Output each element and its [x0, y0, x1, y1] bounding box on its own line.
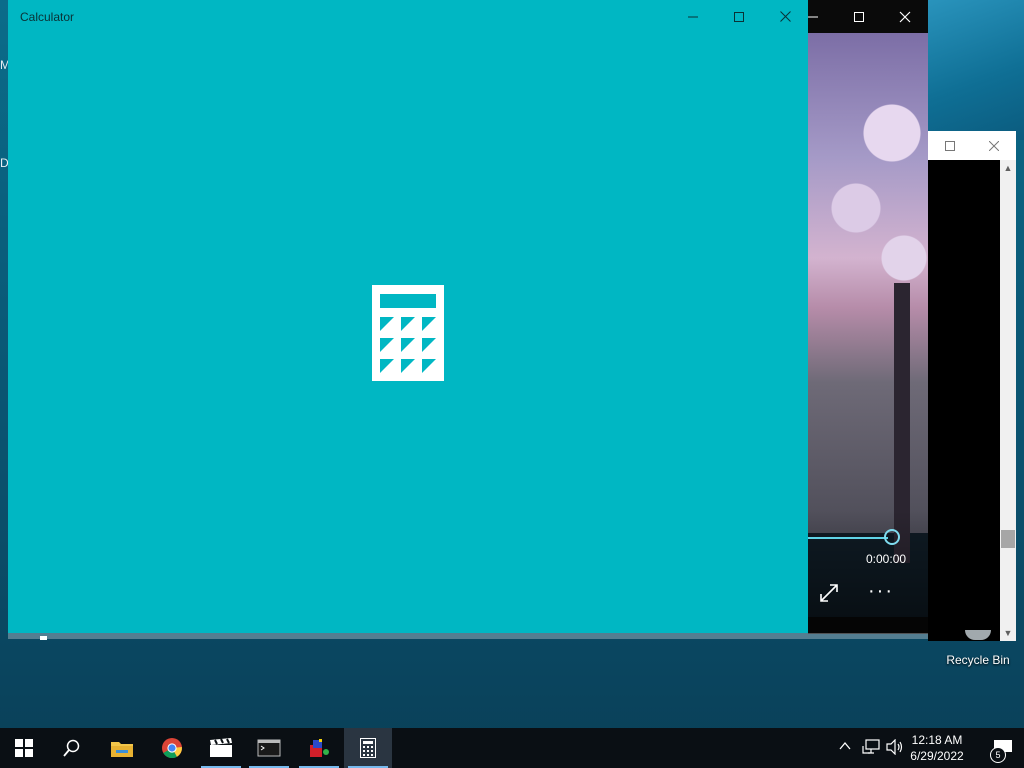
expand-icon: [820, 584, 838, 602]
network-icon: [862, 739, 880, 754]
media-player-window: 0:00:00 ···: [808, 0, 928, 634]
windows-icon: [15, 739, 33, 757]
notification-count-badge: 5: [990, 747, 1006, 763]
network-button[interactable]: [862, 739, 880, 758]
search-button[interactable]: [48, 728, 96, 768]
chrome-icon: [162, 738, 182, 759]
start-button[interactable]: [0, 728, 48, 768]
calculator-splash-icon: [372, 285, 444, 381]
search-icon: [63, 739, 80, 757]
close-icon: [989, 140, 999, 151]
calculator-taskbar-button[interactable]: [344, 728, 392, 768]
window-title: Calculator: [20, 10, 75, 24]
recycle-bin[interactable]: Recycle Bin: [938, 630, 1018, 667]
chevron-up-icon: [839, 741, 851, 750]
seek-bar[interactable]: [808, 537, 888, 539]
recycle-bin-label: Recycle Bin: [946, 653, 1010, 667]
background-window-titlebar: [928, 131, 1016, 160]
media-bottom-strip: [808, 617, 928, 634]
system-clock[interactable]: 12:18 AM 6/29/2022: [898, 732, 976, 764]
media-player-titlebar: [808, 0, 928, 33]
chrome-button[interactable]: [148, 728, 196, 768]
clock-time: 12:18 AM: [911, 733, 963, 747]
movies-tv-button[interactable]: [197, 728, 245, 768]
horizontal-scroll-indicator: [40, 636, 47, 640]
folder-icon: [111, 742, 133, 757]
calculator-titlebar[interactable]: Calculator: [8, 0, 808, 33]
minimize-icon: [688, 16, 698, 17]
minimize-button[interactable]: [808, 0, 836, 33]
clock-date: 6/29/2022: [910, 749, 964, 763]
more-options-button[interactable]: ···: [868, 580, 894, 603]
taskbar: 12:18 AM 6/29/2022: [0, 728, 1024, 768]
seek-handle[interactable]: [884, 529, 900, 545]
paint-button[interactable]: [295, 728, 343, 768]
show-hidden-icons-button[interactable]: [839, 739, 851, 755]
close-button[interactable]: [972, 131, 1016, 160]
file-explorer-button[interactable]: [98, 728, 146, 768]
fullscreen-button[interactable]: [818, 582, 840, 610]
maximize-button[interactable]: [836, 0, 882, 33]
close-button[interactable]: [882, 0, 928, 33]
close-button[interactable]: [762, 0, 808, 33]
paint-icon: [310, 739, 329, 757]
elapsed-time: 0:00:00: [866, 552, 907, 566]
window-shadow: [8, 633, 928, 639]
close-icon: [779, 11, 791, 22]
maximize-icon: [854, 11, 864, 22]
more-icon: ···: [868, 580, 894, 602]
close-icon: [899, 11, 911, 22]
maximize-icon: [945, 140, 955, 151]
recycle-bin-icon: [965, 630, 991, 640]
maximize-button[interactable]: [716, 0, 762, 33]
calculator-keys-icon: [380, 317, 436, 373]
vertical-scrollbar[interactable]: ▲ ▼: [1000, 160, 1016, 641]
scroll-thumb[interactable]: [1001, 530, 1015, 548]
background-window: ▲ ▼: [928, 131, 1016, 641]
minimize-button[interactable]: [670, 0, 716, 33]
scroll-up-arrow-icon[interactable]: ▲: [1000, 160, 1016, 176]
clapperboard-icon: [210, 738, 232, 757]
maximize-icon: [734, 11, 744, 22]
minimize-icon: [808, 16, 818, 17]
video-frame[interactable]: [808, 33, 928, 563]
calculator-icon: [360, 738, 376, 758]
maximize-button[interactable]: [928, 131, 972, 160]
terminal-button[interactable]: [245, 728, 293, 768]
terminal-icon: [257, 739, 281, 757]
calculator-window: Calculator: [8, 0, 808, 633]
